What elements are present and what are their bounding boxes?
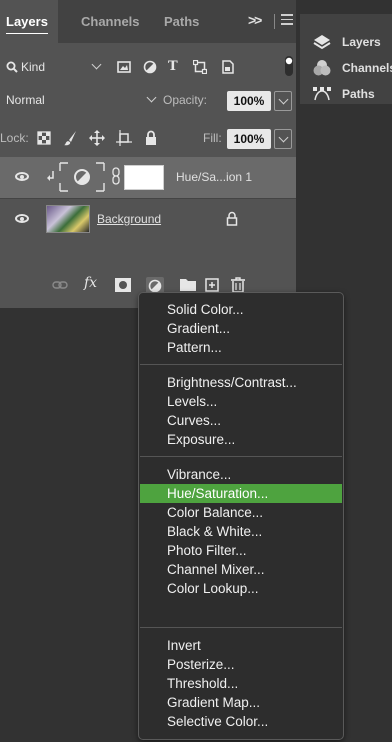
dock-item-layers[interactable]: Layers	[300, 28, 392, 56]
menu-item-selective-color[interactable]: Selective Color...	[140, 712, 342, 731]
menu-item-pattern[interactable]: Pattern...	[140, 338, 342, 357]
add-mask-icon[interactable]	[115, 278, 131, 292]
tab-divider	[274, 14, 275, 29]
blend-row: Normal Opacity: 100%	[0, 89, 296, 113]
adjustment-layer-thumbnail-icon	[59, 162, 105, 192]
lock-artboard-icon[interactable]	[116, 130, 132, 146]
tab-overflow-button[interactable]: >>	[248, 12, 262, 28]
opacity-dropdown-button[interactable]	[274, 91, 292, 111]
chevron-down-icon	[91, 59, 102, 70]
type-filter-icon[interactable]: T	[168, 59, 178, 74]
menu-item-solid-color[interactable]: Solid Color...	[140, 300, 342, 319]
menu-item-gradient[interactable]: Gradient...	[140, 319, 342, 338]
menu-item-black-white[interactable]: Black & White...	[140, 522, 342, 541]
tab-active-underline	[6, 33, 48, 34]
shape-filter-icon[interactable]	[193, 60, 207, 74]
new-layer-icon[interactable]	[205, 278, 219, 292]
filter-kind-dropdown[interactable]: Kind	[21, 60, 45, 74]
lock-row: Lock: Fill: 100%	[0, 128, 296, 152]
panel-tabs: Layers Channels Paths >>	[0, 0, 296, 43]
background-thumbnail[interactable]	[46, 205, 90, 233]
menu-item-brightness-contrast[interactable]: Brightness/Contrast...	[140, 373, 342, 392]
layer-name[interactable]: Hue/Sa...ion 1	[176, 170, 252, 184]
tab-channels[interactable]: Channels	[81, 0, 140, 43]
opacity-label: Opacity:	[163, 93, 208, 107]
mask-link-icon[interactable]	[112, 167, 120, 185]
layers-area: Layers Channels Paths >> Kind T Normal O…	[0, 0, 296, 308]
paths-icon	[313, 87, 331, 101]
panel-menu-icon[interactable]	[281, 14, 293, 25]
menu-item-photo-filter[interactable]: Photo Filter...	[140, 541, 342, 560]
menu-item-invert[interactable]: Invert	[140, 636, 342, 655]
layer-row-hue-saturation[interactable]: Hue/Sa...ion 1	[0, 157, 296, 198]
lock-image-pixels-icon[interactable]	[64, 130, 78, 146]
filter-toggle-icon[interactable]	[284, 55, 294, 77]
tab-paths[interactable]: Paths	[164, 0, 199, 43]
menu-item-gradient-map[interactable]: Gradient Map...	[140, 693, 342, 712]
lock-all-icon[interactable]	[145, 130, 157, 145]
folder-icon[interactable]	[180, 278, 196, 291]
search-icon	[6, 61, 18, 73]
menu-item-levels[interactable]: Levels...	[140, 392, 342, 411]
clip-arrow-icon	[47, 171, 54, 181]
dock-item-channels[interactable]: Channels	[300, 54, 392, 82]
adjustment-filter-icon[interactable]	[143, 60, 157, 74]
fx-button[interactable]: fx	[84, 275, 97, 291]
fill-label: Fill:	[203, 131, 222, 145]
tab-layers[interactable]: Layers	[0, 0, 58, 43]
tab-layers-label: Layers	[6, 14, 48, 29]
layers-icon	[313, 35, 331, 50]
layer-name[interactable]: Background	[97, 212, 161, 226]
dock-item-label: Paths	[342, 87, 375, 101]
lock-label: Lock:	[0, 131, 29, 145]
dock-item-label: Channels	[342, 61, 392, 75]
lock-transparent-pixels-icon[interactable]	[37, 131, 51, 145]
blend-mode-dropdown[interactable]: Normal	[6, 93, 45, 107]
fill-field[interactable]: 100%	[227, 129, 271, 149]
menu-separator	[140, 627, 342, 628]
collapsed-panel-group: Layers Channels Paths	[300, 14, 392, 104]
layer-list: Hue/Sa...ion 1 Background	[0, 157, 296, 257]
layer-mask-thumbnail[interactable]	[124, 165, 164, 190]
image-filter-icon[interactable]	[117, 60, 131, 74]
menu-item-channel-mixer[interactable]: Channel Mixer...	[140, 560, 342, 579]
chevron-down-icon	[146, 92, 157, 103]
menu-separator	[140, 456, 342, 457]
opacity-field[interactable]: 100%	[227, 91, 271, 111]
channels-icon	[313, 60, 331, 76]
menu-item-exposure[interactable]: Exposure...	[140, 430, 342, 449]
chevron-down-icon	[278, 132, 289, 143]
adjustment-layer-menu: Solid Color... Gradient... Pattern... Br…	[138, 292, 344, 740]
lock-icon[interactable]	[226, 211, 238, 226]
fill-dropdown-button[interactable]	[274, 129, 292, 149]
menu-item-hue-saturation[interactable]: Hue/Saturation...	[140, 484, 342, 503]
menu-item-posterize[interactable]: Posterize...	[140, 655, 342, 674]
menu-item-color-balance[interactable]: Color Balance...	[140, 503, 342, 522]
dock-item-paths[interactable]: Paths	[300, 80, 392, 104]
menu-item-threshold[interactable]: Threshold...	[140, 674, 342, 693]
layer-row-background[interactable]: Background	[0, 198, 296, 240]
visibility-eye-icon[interactable]	[15, 172, 29, 181]
menu-item-color-lookup[interactable]: Color Lookup...	[140, 579, 342, 598]
chevron-down-icon	[278, 94, 289, 105]
dock-item-label: Layers	[342, 35, 381, 49]
smart-object-filter-icon[interactable]	[222, 60, 234, 74]
visibility-eye-icon[interactable]	[15, 214, 29, 223]
menu-separator	[140, 364, 342, 365]
link-layers-icon[interactable]	[52, 280, 68, 290]
menu-item-vibrance[interactable]: Vibrance...	[140, 465, 342, 484]
filter-row: Kind T	[0, 55, 296, 79]
trash-icon[interactable]	[231, 277, 245, 293]
menu-item-curves[interactable]: Curves...	[140, 411, 342, 430]
lock-position-icon[interactable]	[89, 130, 105, 146]
